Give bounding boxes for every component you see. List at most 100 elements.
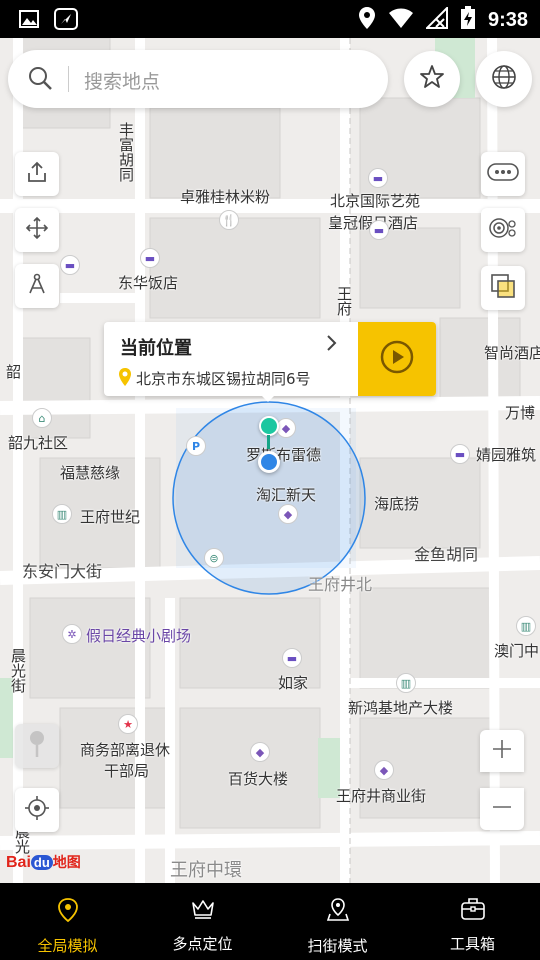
search-bar[interactable]: 搜索地点 [8, 50, 388, 108]
shopping-poi-icon[interactable]: ◆ [250, 742, 270, 762]
tab-toolbox[interactable]: 工具箱 [405, 883, 540, 960]
map-label: 智尚酒店 [484, 344, 540, 362]
shopping-poi-icon[interactable]: ◆ [374, 760, 394, 780]
locate-me-button[interactable] [15, 788, 59, 832]
move-arrows-icon [25, 216, 49, 244]
map-label: 海底捞 [374, 495, 420, 513]
parking-poi-icon[interactable]: P [186, 436, 206, 456]
logo-text: Bai [6, 854, 31, 871]
tab-label: 多点定位 [172, 935, 233, 953]
current-location-dot[interactable] [258, 451, 280, 473]
map-label: 新鸿基地产大楼 [348, 699, 454, 717]
search-input[interactable]: 搜索地点 [84, 67, 160, 94]
restaurant-poi-icon[interactable]: 🍴 [219, 210, 239, 230]
search-divider [68, 66, 69, 92]
wifi-icon [388, 7, 414, 33]
target-marker-stem [267, 435, 270, 449]
gallery-icon [18, 8, 40, 34]
concentric-circles-icon [489, 216, 517, 244]
road-label: 晨光街 [9, 648, 27, 693]
share-button[interactable] [15, 152, 59, 196]
layers-button[interactable] [481, 266, 525, 310]
globe-icon [491, 64, 517, 94]
compass-tool-icon [25, 272, 49, 300]
toolbox-icon [460, 897, 486, 925]
building-poi-icon[interactable]: ▥ [516, 616, 536, 636]
hotel-poi-icon[interactable]: ▬ [282, 648, 302, 668]
zoom-out-button[interactable] [480, 788, 524, 830]
location-status-icon [358, 6, 376, 34]
map-label: 婧园雅筑 [476, 446, 537, 464]
tab-label: 工具箱 [449, 935, 495, 953]
upload-icon [25, 160, 49, 188]
shopping-poi-icon[interactable]: ◆ [278, 504, 298, 524]
status-bar: 9:38 [0, 0, 540, 38]
tab-street-scan[interactable]: 扫街模式 [270, 883, 405, 960]
building-poi-icon[interactable]: ▥ [52, 504, 72, 524]
zoom-in-button[interactable] [480, 730, 524, 772]
map-label: 澳门中 [494, 642, 540, 660]
pin-outline-icon [27, 729, 47, 763]
map-label: 如家 [278, 674, 309, 692]
logo-text: 地图 [52, 854, 81, 870]
community-poi-icon[interactable]: ⌂ [32, 408, 52, 428]
hotel-poi-icon[interactable]: ▬ [140, 248, 160, 268]
start-simulation-button[interactable] [358, 322, 436, 396]
tab-global-simulation[interactable]: 全局模拟 [0, 883, 135, 960]
bottom-tab-bar: 全局模拟 多点定位 扫街模式 工具箱 [0, 883, 540, 960]
theater-poi-icon[interactable]: ✲ [62, 624, 82, 644]
more-options-button[interactable] [481, 152, 525, 196]
map-label: 淘汇新天 [256, 486, 317, 504]
popup-title: 当前位置 [120, 338, 192, 359]
hotel-poi-icon[interactable]: ▬ [450, 444, 470, 464]
shopping-poi-icon[interactable]: ◆ [276, 418, 296, 438]
map-label: 韶 [6, 363, 22, 381]
map-label: 干部局 [104, 762, 150, 780]
map-label: 王府 [335, 286, 353, 316]
popup-address: 北京市东城区锡拉胡同6号 [136, 370, 311, 388]
favorites-button[interactable] [404, 51, 460, 107]
map-label: 福慧慈缘 [60, 464, 121, 482]
location-pin-icon [118, 367, 132, 391]
multi-point-button[interactable] [481, 208, 525, 252]
plus-icon [491, 738, 513, 764]
map-label: 卓雅桂林米粉 [180, 188, 271, 206]
logo-text: du [30, 855, 53, 870]
tab-multi-point[interactable]: 多点定位 [135, 883, 270, 960]
signal-off-icon [424, 5, 448, 33]
hotel-poi-icon[interactable]: ▬ [368, 168, 388, 188]
street-view-button[interactable] [15, 724, 59, 768]
map-label: 王府世纪 [80, 508, 141, 526]
globe-button[interactable] [476, 51, 532, 107]
baidu-map-logo: Bai du 地图 [6, 852, 81, 872]
map-label: 商务部离退休 [80, 741, 171, 759]
map-view[interactable]: 丰富胡同 卓雅桂林米粉 北京国际艺苑 皇冠假日酒店 东华饭店 王府 智尚酒店 万… [0, 38, 540, 883]
crown-icon [190, 897, 216, 925]
hotel-poi-icon[interactable]: ▬ [60, 255, 80, 275]
tab-label: 扫街模式 [307, 937, 368, 955]
current-location-popup[interactable]: 当前位置 北京市东城区锡拉胡同6号 [104, 322, 436, 396]
map-label: 百货大楼 [228, 770, 289, 788]
map-label: 韶九社区 [8, 434, 69, 452]
more-dots-icon [487, 162, 519, 186]
bank-poi-icon[interactable]: ⊜ [204, 548, 224, 568]
hotel-poi-icon[interactable]: ▬ [369, 220, 389, 240]
crosshair-icon [24, 795, 50, 825]
government-poi-icon[interactable]: ★ [118, 714, 138, 734]
map-label: 东华饭店 [118, 274, 179, 292]
move-button[interactable] [15, 208, 59, 252]
play-icon [379, 339, 415, 379]
road-label: 王府中環 [170, 860, 242, 881]
building-poi-icon[interactable]: ▥ [396, 673, 416, 693]
chevron-right-icon[interactable] [326, 334, 338, 357]
target-marker[interactable] [259, 416, 279, 436]
map-label: 万博 [505, 404, 536, 422]
tab-label: 全局模拟 [37, 937, 98, 955]
navigation-app-icon [54, 8, 78, 34]
star-icon [419, 64, 445, 94]
clock: 9:38 [487, 8, 528, 31]
road-label: 东安门大街 [22, 562, 103, 581]
map-label: 王府井商业街 [336, 787, 427, 805]
search-icon[interactable] [28, 66, 54, 96]
measure-button[interactable] [15, 264, 59, 308]
